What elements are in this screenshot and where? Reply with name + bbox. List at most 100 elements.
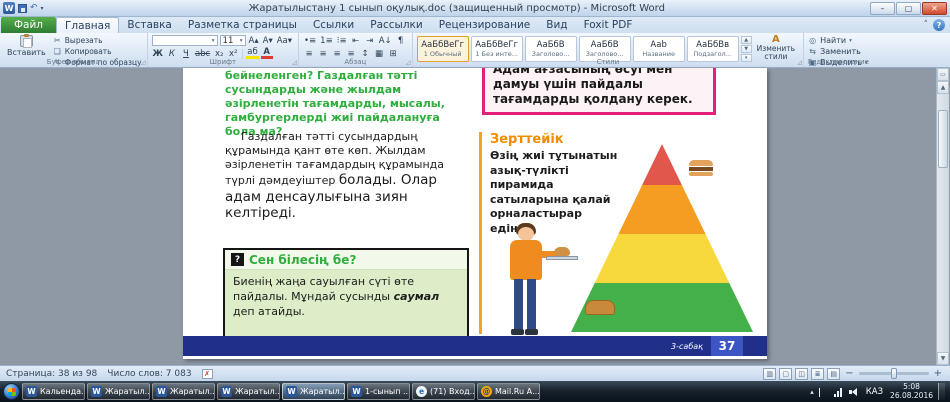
font-dialog-launcher[interactable]: ◿ [292,60,297,66]
tab-references[interactable]: Ссылки [305,17,362,33]
did-you-know-title: Сен білесің бе? [249,253,356,267]
copy-button[interactable]: ❏Копировать [53,47,142,56]
boy-leg-right [527,279,536,331]
tab-foxit-pdf[interactable]: Foxit PDF [576,17,641,33]
zoom-out-button[interactable]: − [843,368,855,379]
network-icon[interactable] [834,387,844,397]
vertical-scrollbar[interactable]: ▭ ▲ ▼ [936,68,949,365]
find-label: Найти [820,36,846,45]
sort-button[interactable]: А↓ [378,35,393,46]
boy-face [518,227,534,241]
taskbar: WКальенда... WЖаратыл... WЖаратыл... WЖа… [0,381,950,402]
chevron-down-icon: ▾ [849,38,852,44]
taskbar-item-1-synyp[interactable]: W1-сынып ... [347,383,410,400]
taskbar-item-zharatyl-4-active[interactable]: WЖаратыл... [282,383,345,400]
replace-button[interactable]: ⇆Заменить [808,47,868,56]
cut-button[interactable]: ✂Вырезать [53,36,142,45]
file-tab[interactable]: Файл [1,17,56,33]
help-icon[interactable]: ? [933,19,945,31]
styles-dialog-launcher[interactable]: ◿ [797,60,802,66]
taskbar-item-zharatyl-1[interactable]: WЖаратыл... [87,383,150,400]
tab-mailings[interactable]: Рассылки [362,17,430,33]
shrink-font-button[interactable]: А▾ [262,35,274,46]
taskbar-item-label: Жаратыл... [170,387,215,396]
taskbar-item-mailru[interactable]: @Mail.Ru А... [477,383,540,400]
did-you-know-box: ? Сен білесің бе? Биенің жаңа сауылған с… [223,248,469,345]
multilevel-list-button[interactable]: ⁝≡ [336,35,348,46]
decrease-indent-button[interactable]: ⇤ [350,35,362,46]
tab-insert[interactable]: Вставка [119,17,180,33]
save-icon[interactable] [18,4,27,13]
styles-scroll-down-button[interactable]: ▼ [741,45,752,53]
scrollbar-thumb[interactable] [938,110,948,168]
zoom-slider[interactable] [859,372,929,375]
web-layout-view-button[interactable]: ◫ [795,368,808,380]
clock[interactable]: 5:08 26.08.2016 [890,383,933,400]
print-layout-view-button[interactable]: ▥ [763,368,776,380]
undo-icon[interactable]: ↶ [30,4,38,13]
word-logo-icon[interactable]: W [3,2,15,14]
maximize-button[interactable]: ▢ [896,2,921,15]
ribbon-tab-bar: Файл Главная Вставка Разметка страницы С… [0,17,950,33]
tab-review[interactable]: Рецензирование [431,17,539,33]
font-name-combo[interactable]: ▾ [152,35,218,46]
page-indicator[interactable]: Страница: 38 из 98 [6,369,97,379]
status-bar: Страница: 38 из 98 Число слов: 7 083 ✗ ▥… [0,365,950,381]
bullets-button[interactable]: •≡ [303,35,317,46]
grow-font-button[interactable]: А▴ [248,35,260,46]
paste-button[interactable]: Вставить [4,35,49,57]
document-page[interactable]: бейнеленген? Газдалған тәтті сусындарды … [183,68,767,359]
show-desktop-button[interactable] [938,383,945,400]
scroll-down-button[interactable]: ▼ [937,352,949,365]
clipboard-dialog-launcher[interactable]: ◿ [141,60,146,66]
draft-view-button[interactable]: ▤ [827,368,840,380]
clipboard-group-label: Буфер обмена [0,58,147,66]
taskbar-item-zharatyl-2[interactable]: WЖаратыл... [152,383,215,400]
boy-shoe-left [511,329,524,335]
paste-label: Вставить [7,48,46,57]
tab-view[interactable]: Вид [538,17,575,33]
taskbar-item-zharatyl-3[interactable]: WЖаратыл... [217,383,280,400]
start-button[interactable] [3,383,20,400]
chevron-down-icon: ▾ [240,38,243,44]
cut-label: Вырезать [65,36,103,45]
word-icon: W [221,386,232,397]
minimize-ribbon-icon[interactable]: ˄ [924,20,929,30]
minimize-button[interactable]: – [870,2,895,15]
status-bar-right: ▥ ▢ ◫ ≣ ▤ − + [763,368,944,380]
tab-page-layout[interactable]: Разметка страницы [180,17,305,33]
pilcrow-button[interactable]: ¶ [395,35,407,46]
language-indicator[interactable]: КАЗ [864,387,885,397]
proofing-errors-icon[interactable]: ✗ [202,369,213,379]
word-count[interactable]: Число слов: 7 083 [107,369,191,379]
paragraph-dialog-launcher[interactable]: ◿ [406,60,411,66]
healthy-food-note: Адам ағзасының өсуі мен дамуы үшін пайда… [482,68,716,115]
ruler-toggle-button[interactable]: ▭ [937,68,949,81]
styles-scroll-up-button[interactable]: ▲ [741,36,752,44]
scroll-up-button[interactable]: ▲ [937,81,949,94]
taskbar-item-calendar-doc[interactable]: WКальенда... [22,383,85,400]
divider [242,49,243,59]
action-center-icon[interactable] [819,387,829,397]
zoom-in-button[interactable]: + [932,368,944,379]
font-size-combo[interactable]: 11▾ [220,35,246,46]
increase-indent-button[interactable]: ⇥ [364,35,376,46]
numbering-button[interactable]: 1≡ [319,35,334,46]
tab-home[interactable]: Главная [56,17,119,33]
zoom-slider-thumb[interactable] [891,368,897,379]
boy-hoodie [510,240,542,280]
word-icon: W [26,386,37,397]
reading-view-button[interactable]: ▢ [779,368,792,380]
tray-expand-icon[interactable]: ▴ [810,388,814,396]
find-button[interactable]: ◎Найти▾ [808,36,868,45]
window-controls: – ▢ ✕ [870,2,947,15]
change-case-button[interactable]: Аа▾ [276,35,293,46]
boy-shoe-right [525,329,538,335]
tray-bread-icon [554,247,570,256]
style-name: Заголово... [532,50,570,58]
paragraph-row-top: •≡ 1≡ ⁝≡ ⇤ ⇥ А↓ ¶ [303,35,407,46]
outline-view-button[interactable]: ≣ [811,368,824,380]
close-button[interactable]: ✕ [922,2,947,15]
taskbar-item-browser[interactable]: e(71) Вход... [412,383,475,400]
volume-icon[interactable] [849,387,859,397]
